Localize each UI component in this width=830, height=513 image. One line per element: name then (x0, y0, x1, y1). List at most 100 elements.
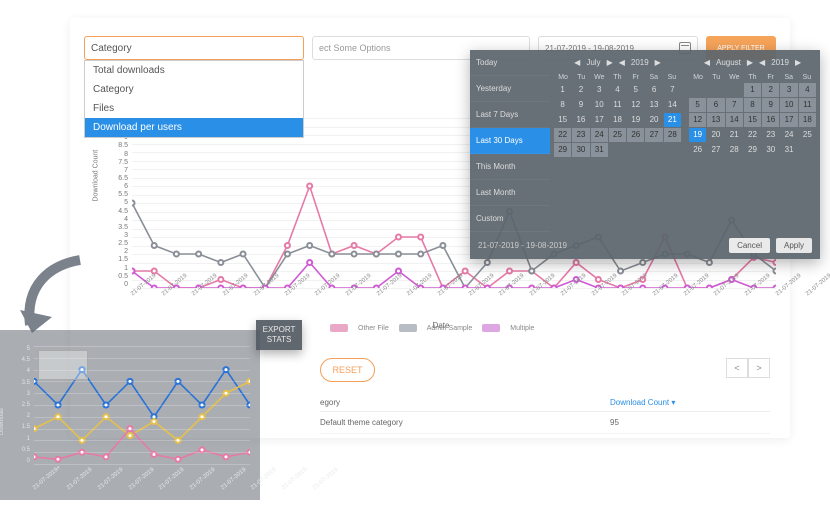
calendar-day[interactable]: 24 (591, 128, 608, 142)
calendar-day[interactable]: 16 (572, 113, 589, 127)
calendar-day[interactable]: 7 (664, 83, 681, 97)
calendar-day[interactable]: 30 (762, 143, 779, 157)
calendar-day[interactable]: 12 (627, 98, 644, 112)
calendar-day[interactable]: 2 (572, 83, 589, 97)
next-month-icon[interactable]: ▶ (747, 58, 753, 67)
calendar-day[interactable]: 26 (689, 143, 706, 157)
calendar-day[interactable]: 13 (707, 113, 724, 127)
dropdown-item[interactable]: Download per users (85, 118, 303, 137)
calendar-day[interactable]: 25 (799, 128, 816, 142)
next-year-icon[interactable]: ▶ (795, 58, 801, 67)
calendar-day[interactable]: 10 (780, 98, 797, 112)
calendar-day[interactable]: 25 (609, 128, 626, 142)
calendar-day[interactable]: 1 (554, 83, 571, 97)
calendar-day[interactable]: 5 (689, 98, 706, 112)
calendar-day[interactable]: 8 (744, 98, 761, 112)
date-preset[interactable]: Last 30 Days (470, 128, 550, 154)
calendar-day[interactable]: 8 (554, 98, 571, 112)
date-preset[interactable]: Yesterday (470, 76, 550, 102)
reset-button[interactable]: RESET (320, 358, 375, 382)
calendar-day[interactable]: 24 (780, 128, 797, 142)
dropdown-item[interactable]: Files (85, 99, 303, 118)
calendar-day[interactable]: 4 (609, 83, 626, 97)
dropdown-item[interactable]: Category (85, 80, 303, 99)
calendar-day[interactable]: 14 (726, 113, 743, 127)
dow-left: MoTuWeThFrSaSu (554, 74, 681, 81)
calendar-day[interactable]: 30 (572, 143, 589, 157)
calendar-day[interactable]: 16 (762, 113, 779, 127)
export-stats-button[interactable]: EXPORT STATS (256, 320, 302, 350)
calendar-day[interactable]: 28 (664, 128, 681, 142)
calendar-day[interactable]: 19 (627, 113, 644, 127)
calendar-day[interactable]: 14 (664, 98, 681, 112)
calendar-day[interactable]: 18 (799, 113, 816, 127)
date-presets: TodayYesterdayLast 7 DaysLast 30 DaysThi… (470, 50, 550, 232)
calendar-day[interactable]: 17 (591, 113, 608, 127)
calendar-day[interactable]: 15 (744, 113, 761, 127)
calendar-day[interactable]: 27 (645, 128, 662, 142)
month-right-year: 2019 (771, 58, 789, 67)
date-preset[interactable]: Today (470, 50, 550, 76)
calendar-day[interactable]: 11 (799, 98, 816, 112)
month-left-year: 2019 (631, 58, 649, 67)
prev-year-icon[interactable]: ◀ (619, 58, 625, 67)
legend-label: Admin Sample (427, 325, 473, 332)
calendar-day[interactable]: 22 (554, 128, 571, 142)
calendar-day[interactable]: 22 (744, 128, 761, 142)
apply-button[interactable]: Apply (776, 238, 812, 253)
calendar-day[interactable]: 23 (572, 128, 589, 142)
dropdown-item[interactable]: Total downloads (85, 61, 303, 80)
pagination: < > (726, 358, 770, 378)
calendar-day[interactable]: 7 (726, 98, 743, 112)
calendar-day[interactable]: 11 (609, 98, 626, 112)
date-preset[interactable]: Last Month (470, 180, 550, 206)
selection-rect[interactable] (38, 350, 88, 380)
calendar-day[interactable]: 9 (762, 98, 779, 112)
prev-month-icon[interactable]: ◀ (574, 58, 580, 67)
calendar-day[interactable]: 20 (645, 113, 662, 127)
calendar-day[interactable]: 17 (780, 113, 797, 127)
calendar-day[interactable]: 18 (609, 113, 626, 127)
page-next-button[interactable]: > (748, 358, 770, 378)
calendar-day[interactable]: 5 (627, 83, 644, 97)
calendar-day[interactable]: 20 (707, 128, 724, 142)
calendar-day[interactable]: 9 (572, 98, 589, 112)
next-month-icon[interactable]: ▶ (607, 58, 613, 67)
category-dropdown[interactable]: Total downloadsCategoryFilesDownload per… (84, 60, 304, 138)
calendar-day[interactable]: 3 (591, 83, 608, 97)
calendar-day[interactable]: 6 (707, 98, 724, 112)
calendar-day[interactable]: 3 (780, 83, 797, 97)
calendar-day[interactable]: 6 (645, 83, 662, 97)
th-download-count[interactable]: Download Count ▾ (610, 398, 770, 407)
calendar-day[interactable]: 19 (689, 128, 706, 142)
calendar-day[interactable]: 21 (726, 128, 743, 142)
calendar-left: ◀ July ▶ ◀ 2019 ▶ MoTuWeThFrSaSu 1234567… (550, 50, 685, 232)
date-preset[interactable]: Last 7 Days (470, 102, 550, 128)
calendar-day[interactable]: 29 (554, 143, 571, 157)
calendar-day[interactable]: 15 (554, 113, 571, 127)
calendar-day[interactable]: 29 (744, 143, 761, 157)
prev-month-icon[interactable]: ◀ (704, 58, 710, 67)
calendar-day[interactable]: 28 (726, 143, 743, 157)
calendar-day[interactable]: 27 (707, 143, 724, 157)
calendar-day[interactable]: 26 (627, 128, 644, 142)
prev-year-icon[interactable]: ◀ (759, 58, 765, 67)
calendar-day[interactable]: 23 (762, 128, 779, 142)
calendar-day[interactable]: 4 (799, 83, 816, 97)
page-prev-button[interactable]: < (726, 358, 748, 378)
calendar-day[interactable]: 12 (689, 113, 706, 127)
calendar-day[interactable]: 13 (645, 98, 662, 112)
calendar-day[interactable]: 31 (591, 143, 608, 157)
calendar-day[interactable]: 1 (744, 83, 761, 97)
date-preset[interactable]: This Month (470, 154, 550, 180)
th-category[interactable]: egory (320, 398, 610, 407)
next-year-icon[interactable]: ▶ (655, 58, 661, 67)
category-select[interactable]: Category (84, 36, 304, 60)
calendar-day[interactable]: 21 (664, 113, 681, 127)
cancel-button[interactable]: Cancel (729, 238, 770, 253)
date-preset[interactable]: Custom (470, 206, 550, 232)
calendar-day[interactable]: 31 (780, 143, 797, 157)
mini-chart-overlay: Download 54.543.532.521.510.50 21-07-201… (0, 330, 260, 500)
calendar-day[interactable]: 10 (591, 98, 608, 112)
calendar-day[interactable]: 2 (762, 83, 779, 97)
